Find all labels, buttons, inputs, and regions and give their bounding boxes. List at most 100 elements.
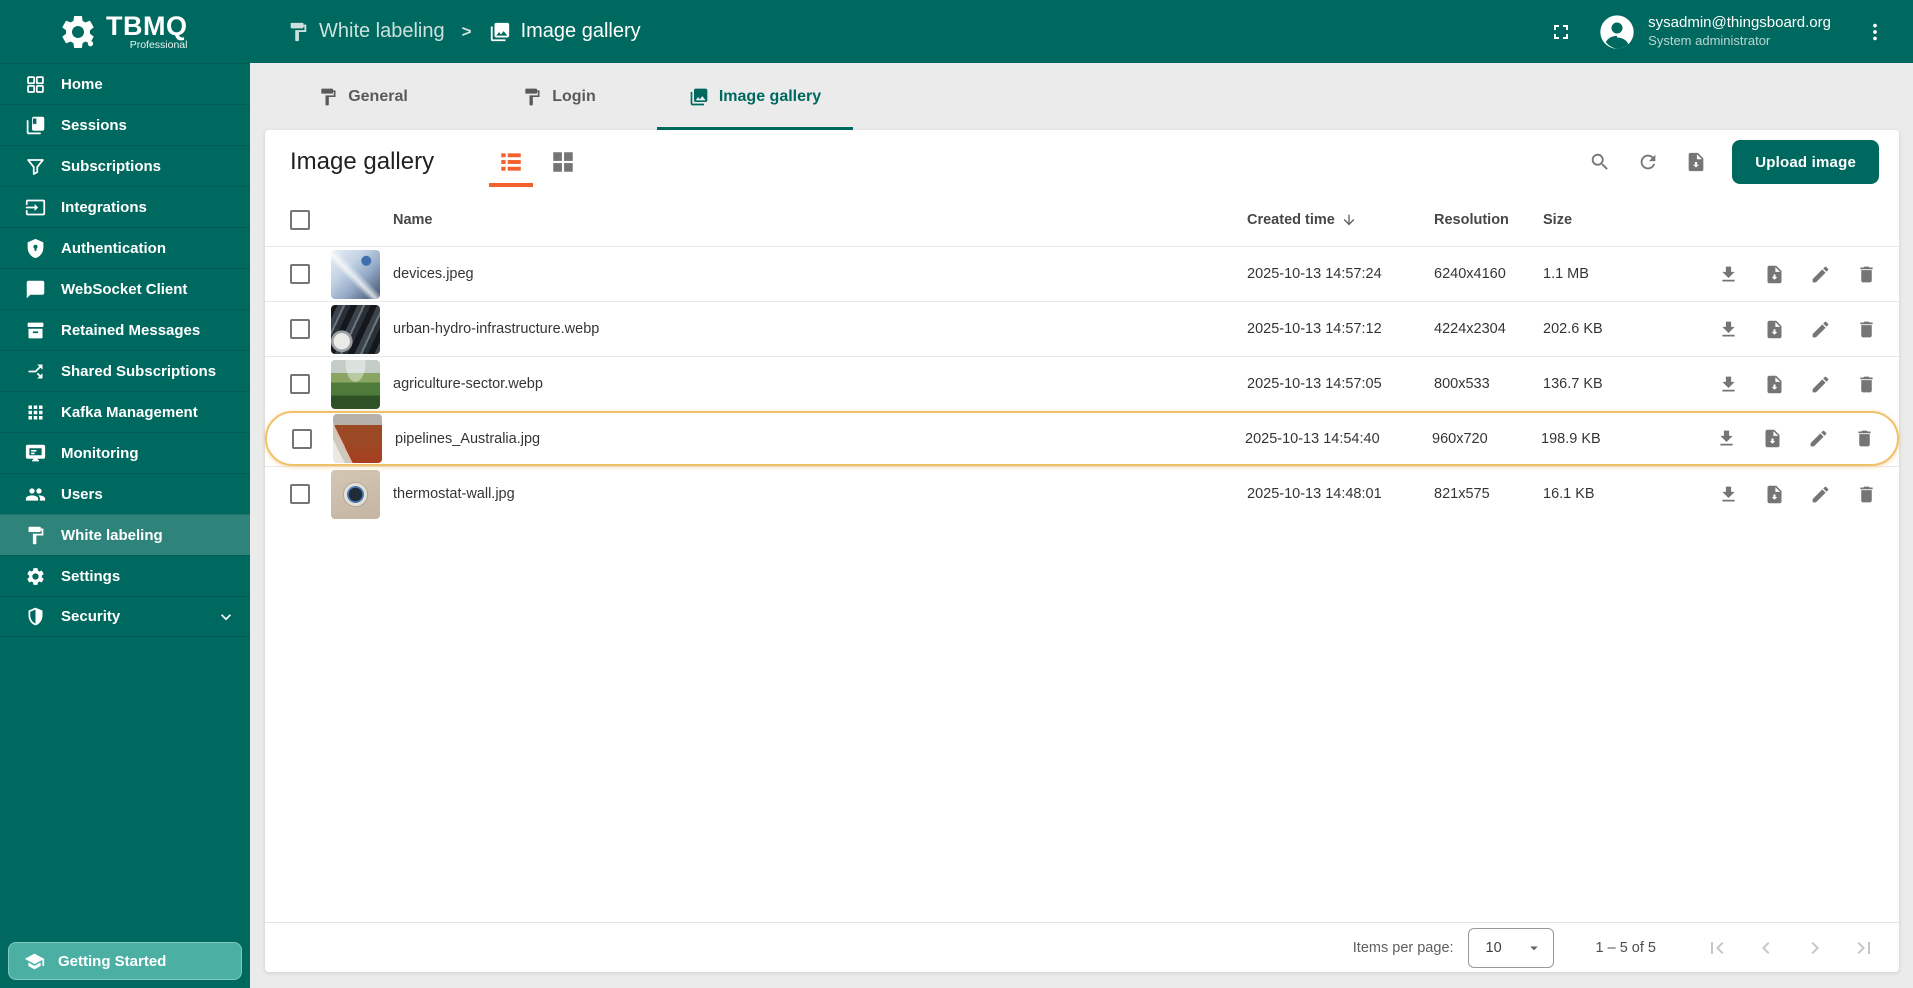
- people-icon: [25, 487, 46, 501]
- breadcrumb-image-gallery[interactable]: Image gallery: [489, 20, 641, 43]
- search-button[interactable]: [1580, 142, 1620, 182]
- table-row-highlighted[interactable]: pipelines_Australia.jpg 2025-10-13 14:54…: [265, 411, 1899, 466]
- image-thumbnail[interactable]: [331, 359, 380, 409]
- sidebar-item-label: Integrations: [61, 198, 147, 216]
- breadcrumb-white-labeling[interactable]: White labeling: [287, 20, 445, 43]
- avatar[interactable]: [1597, 12, 1637, 52]
- sidebar-item-sessions[interactable]: Sessions: [0, 104, 250, 145]
- export-button[interactable]: [1756, 422, 1789, 455]
- file-export-icon: [1767, 265, 1782, 283]
- delete-button[interactable]: [1850, 258, 1883, 291]
- image-resolution: 4224x2304: [1434, 321, 1506, 337]
- image-thumbnail[interactable]: [333, 414, 382, 463]
- column-header-resolution[interactable]: Resolution: [1434, 212, 1543, 228]
- previous-page-button[interactable]: [1753, 928, 1779, 968]
- list-view-toggle[interactable]: [488, 134, 534, 190]
- first-page-button[interactable]: [1704, 928, 1730, 968]
- delete-button[interactable]: [1850, 368, 1883, 401]
- sidebar-item-monitoring[interactable]: Monitoring: [0, 432, 250, 473]
- download-button[interactable]: [1712, 313, 1745, 346]
- row-checkbox[interactable]: [290, 374, 310, 394]
- delete-button[interactable]: [1850, 313, 1883, 346]
- refresh-icon: [1640, 154, 1656, 170]
- trash-icon: [1860, 376, 1873, 392]
- tab-image-gallery[interactable]: Image gallery: [657, 63, 853, 130]
- edit-button[interactable]: [1804, 368, 1837, 401]
- sidebar-item-label: Users: [61, 485, 103, 503]
- row-checkbox[interactable]: [290, 484, 310, 504]
- row-checkbox[interactable]: [292, 428, 312, 449]
- image-resolution: 821x575: [1434, 486, 1490, 502]
- table-row[interactable]: thermostat-wall.jpg 2025-10-13 14:48:01 …: [265, 466, 1899, 521]
- sidebar-item-kafka-management[interactable]: Kafka Management: [0, 391, 250, 432]
- trash-icon: [1860, 266, 1873, 282]
- download-button[interactable]: [1710, 422, 1743, 455]
- trash-icon: [1860, 486, 1873, 502]
- delete-button[interactable]: [1850, 478, 1883, 511]
- upload-image-button[interactable]: Upload image: [1732, 140, 1879, 184]
- user-role: System administrator: [1648, 32, 1771, 48]
- sidebar-item-retained-messages[interactable]: Retained Messages: [0, 309, 250, 350]
- next-page-button[interactable]: [1802, 928, 1828, 968]
- first-page-icon: [1711, 941, 1724, 954]
- delete-button[interactable]: [1848, 422, 1881, 455]
- grid-view-toggle[interactable]: [540, 134, 586, 190]
- sidebar-item-security[interactable]: Security: [0, 596, 250, 637]
- refresh-button[interactable]: [1628, 142, 1668, 182]
- sidebar-item-shared-subscriptions[interactable]: Shared Subscriptions: [0, 350, 250, 391]
- table-row[interactable]: agriculture-sector.webp 2025-10-13 14:57…: [265, 356, 1899, 411]
- table-row[interactable]: urban-hydro-infrastructure.webp 2025-10-…: [265, 301, 1899, 356]
- last-page-icon: [1857, 941, 1870, 954]
- download-icon: [1722, 486, 1735, 501]
- export-button[interactable]: [1758, 313, 1791, 346]
- edit-button[interactable]: [1804, 258, 1837, 291]
- getting-started-button[interactable]: Getting Started: [8, 942, 242, 980]
- column-header-created-time[interactable]: Created time: [1247, 212, 1434, 228]
- paint-roller-icon: [525, 88, 540, 105]
- image-thumbnail[interactable]: [331, 304, 380, 354]
- sidebar-item-label: Settings: [61, 567, 121, 585]
- column-header-size[interactable]: Size: [1543, 212, 1653, 228]
- column-header-name[interactable]: Name: [393, 212, 1247, 228]
- sessions-icon: [26, 116, 45, 134]
- sidebar-item-websocket-client[interactable]: WebSocket Client: [0, 268, 250, 309]
- sidebar-item-settings[interactable]: Settings: [0, 555, 250, 596]
- select-all-checkbox[interactable]: [290, 210, 310, 230]
- items-per-page-select[interactable]: 10: [1467, 927, 1554, 968]
- edit-button[interactable]: [1804, 478, 1837, 511]
- download-button[interactable]: [1712, 478, 1745, 511]
- fullscreen-button[interactable]: [1541, 12, 1581, 52]
- sidebar-item-white-labeling[interactable]: White labeling: [0, 514, 250, 555]
- sidebar-item-home[interactable]: Home: [0, 63, 250, 104]
- sidebar-item-users[interactable]: Users: [0, 473, 250, 514]
- image-thumbnail[interactable]: [331, 249, 380, 299]
- row-checkbox[interactable]: [290, 319, 310, 339]
- row-checkbox[interactable]: [290, 264, 310, 284]
- image-thumbnail[interactable]: [331, 469, 380, 519]
- export-button[interactable]: [1758, 368, 1791, 401]
- image-name: agriculture-sector.webp: [393, 376, 543, 392]
- last-page-button[interactable]: [1851, 928, 1877, 968]
- export-button[interactable]: [1758, 258, 1791, 291]
- tab-general[interactable]: General: [265, 63, 461, 130]
- table-row[interactable]: devices.jpeg 2025-10-13 14:57:24 6240x41…: [265, 246, 1899, 301]
- app-logo[interactable]: TBMQ Professional: [0, 0, 250, 63]
- sidebar-item-integrations[interactable]: Integrations: [0, 186, 250, 227]
- sidebar-item-authentication[interactable]: Authentication: [0, 227, 250, 268]
- image-size: 16.1 KB: [1543, 486, 1595, 502]
- export-button[interactable]: [1758, 478, 1791, 511]
- user-info[interactable]: sysadmin@thingsboard.org System administ…: [1648, 14, 1831, 49]
- edit-button[interactable]: [1804, 313, 1837, 346]
- download-button[interactable]: [1712, 368, 1745, 401]
- image-resolution: 6240x4160: [1434, 266, 1506, 282]
- edit-button[interactable]: [1802, 422, 1835, 455]
- import-image-button[interactable]: [1676, 142, 1716, 182]
- download-button[interactable]: [1712, 258, 1745, 291]
- sidebar-item-subscriptions[interactable]: Subscriptions: [0, 145, 250, 186]
- more-menu-button[interactable]: [1855, 12, 1895, 52]
- tab-login[interactable]: Login: [461, 63, 657, 130]
- filter-icon: [27, 158, 44, 175]
- download-icon: [1722, 321, 1735, 336]
- download-icon: [1722, 376, 1735, 391]
- chat-icon: [26, 280, 45, 298]
